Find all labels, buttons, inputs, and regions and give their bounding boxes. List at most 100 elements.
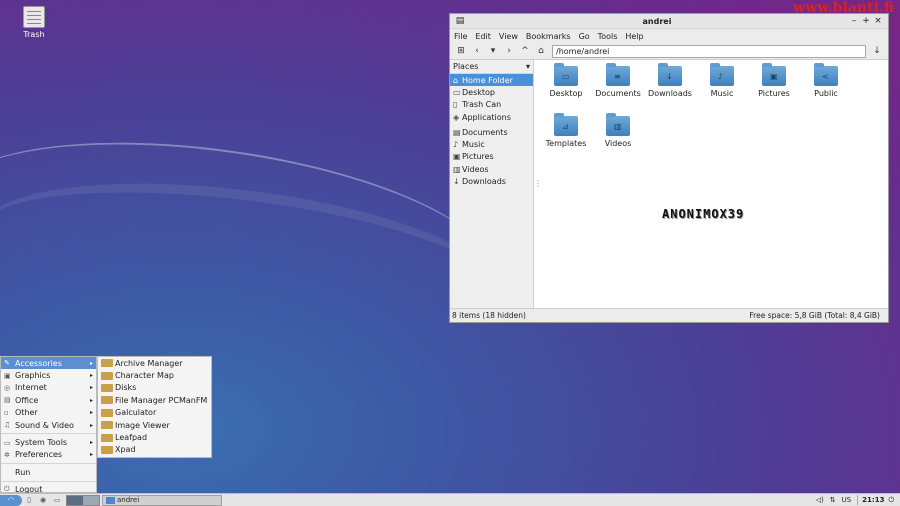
submenu-item-archive-manager[interactable]: Archive Manager — [98, 357, 211, 369]
archive-manager-icon — [101, 359, 113, 368]
volume-icon[interactable]: ◁) — [816, 496, 824, 504]
folder-music[interactable]: ♪ Music — [696, 63, 748, 114]
workspace-1[interactable] — [67, 495, 83, 505]
sidebar-item-trash-can[interactable]: ▯ Trash Can — [450, 99, 533, 111]
applications-icon: ◈ — [453, 112, 460, 122]
downloads-icon: ↓ — [453, 177, 460, 187]
clock[interactable]: 21:13 — [862, 496, 884, 504]
menu-item-label: File Manager PCManFM — [115, 395, 208, 405]
menu-item-office[interactable]: ▤ Office ▸ — [1, 394, 96, 406]
menu-view[interactable]: View — [499, 32, 518, 41]
browser-icon: ◉ — [39, 496, 47, 504]
workspace-pager[interactable] — [66, 494, 100, 506]
folder-documents[interactable]: ≡ Documents — [592, 63, 644, 114]
sidebar-item-applications[interactable]: ◈ Applications — [450, 111, 533, 123]
sidebar-item-pictures[interactable]: ▣ Pictures — [450, 151, 533, 163]
menu-file[interactable]: File — [454, 32, 467, 41]
forward-icon[interactable]: › — [501, 46, 517, 56]
history-dropdown-icon[interactable]: ▾ — [485, 46, 501, 56]
menu-item-label: Other — [15, 408, 38, 418]
music-icon: ♪ — [453, 140, 459, 150]
file-view[interactable]: ▭ Desktop ≡ Documents ↓ Downloads ♪ Musi… — [538, 60, 888, 309]
folder-videos-icon: ▥ — [606, 113, 630, 136]
folder-downloads[interactable]: ↓ Downloads — [644, 63, 696, 114]
window-titlebar[interactable]: ▤ andrei – + × — [450, 14, 888, 29]
submenu-item-character-map[interactable]: Character Map — [98, 369, 211, 381]
sidebar-item-downloads[interactable]: ↓ Downloads — [450, 175, 533, 187]
taskbar-window-andrei[interactable]: andrei — [102, 494, 222, 506]
file-manager-icon — [101, 396, 113, 405]
internet-icon: ◎ — [4, 383, 11, 392]
places-header[interactable]: Places ▾ — [450, 60, 533, 74]
up-icon[interactable]: ^ — [517, 46, 533, 56]
back-icon[interactable]: ‹ — [469, 46, 485, 56]
window-menu-icon[interactable]: ▤ — [454, 16, 466, 26]
submenu-item-leafpad[interactable]: Leafpad — [98, 431, 211, 443]
minimize-button[interactable]: – — [848, 16, 860, 26]
submenu-item-file-manager[interactable]: File Manager PCManFM — [98, 394, 211, 406]
menu-tools[interactable]: Tools — [598, 32, 618, 41]
menu-item-other[interactable]: ▫ Other ▸ — [1, 407, 96, 419]
folder-desktop[interactable]: ▭ Desktop — [540, 63, 592, 114]
accessories-icon: ✎ — [4, 359, 10, 368]
keyboard-layout[interactable]: US — [842, 496, 852, 504]
menu-item-label: System Tools — [15, 438, 68, 448]
sidebar-item-music[interactable]: ♪ Music — [450, 138, 533, 150]
close-button[interactable]: × — [872, 16, 884, 26]
sidebar-item-documents[interactable]: ▤ Documents — [450, 126, 533, 138]
quicklaunch-show-desktop[interactable]: ▭ — [50, 495, 64, 506]
file-manager-icon: ▯ — [27, 496, 31, 504]
preferences-icon: ✲ — [4, 450, 10, 459]
folder-public-icon: < — [814, 63, 838, 86]
wallpaper-swoosh-line — [0, 111, 510, 369]
sidebar-item-videos[interactable]: ▥ Videos — [450, 163, 533, 175]
folder-pictures-icon: ▣ — [762, 63, 786, 86]
sidebar-item-home-folder[interactable]: ⌂ Home Folder — [450, 74, 533, 87]
workspace-2[interactable] — [83, 495, 99, 505]
menu-item-label: Graphics — [15, 371, 51, 381]
submenu-item-disks[interactable]: Disks — [98, 382, 211, 394]
sidebar-item-label: Pictures — [462, 152, 494, 162]
menu-edit[interactable]: Edit — [475, 32, 491, 41]
menu-go[interactable]: Go — [579, 32, 590, 41]
quicklaunch-file-manager[interactable]: ▯ — [22, 495, 36, 506]
address-input[interactable]: /home/andrei — [552, 44, 866, 58]
menu-item-label: Xpad — [115, 445, 136, 455]
chevron-down-icon[interactable]: ▾ — [526, 62, 530, 71]
sidebar-resize-handle[interactable]: ⋮ — [534, 179, 542, 188]
folder-public[interactable]: < Public — [800, 63, 852, 114]
menu-item-label: Office — [15, 395, 39, 405]
submenu-arrow-icon: ▸ — [89, 384, 93, 392]
maximize-button[interactable]: + — [860, 16, 872, 26]
submenu-item-galculator[interactable]: Galculator — [98, 407, 211, 419]
submenu-arrow-icon: ▸ — [89, 372, 93, 380]
folder-pictures[interactable]: ▣ Pictures — [748, 63, 800, 114]
folder-icon — [106, 496, 115, 504]
menu-bookmarks[interactable]: Bookmarks — [526, 32, 571, 41]
menu-item-preferences[interactable]: ✲ Preferences ▸ — [1, 449, 96, 461]
start-menu-button[interactable]: ◠ — [0, 494, 22, 506]
menu-item-graphics[interactable]: ▣ Graphics ▸ — [1, 369, 96, 381]
new-tab-icon[interactable]: ⊞ — [453, 46, 469, 56]
folder-videos[interactable]: ▥ Videos — [592, 113, 644, 164]
quicklaunch-browser[interactable]: ◉ — [36, 495, 50, 506]
menu-item-system-tools[interactable]: ▭ System Tools ▸ — [1, 436, 96, 448]
network-icon[interactable]: ⇅ — [830, 496, 836, 504]
home-icon[interactable]: ⌂ — [533, 46, 549, 56]
menu-help[interactable]: Help — [625, 32, 643, 41]
menu-item-internet[interactable]: ◎ Internet ▸ — [1, 382, 96, 394]
sidebar-item-desktop[interactable]: ▭ Desktop — [450, 86, 533, 98]
submenu-item-image-viewer[interactable]: Image Viewer — [98, 419, 211, 431]
go-icon[interactable]: ↓ — [869, 46, 885, 56]
menu-item-accessories[interactable]: ✎ Accessories ▸ — [1, 357, 96, 370]
submenu-item-xpad[interactable]: Xpad — [98, 444, 211, 456]
graphics-icon: ▣ — [4, 371, 11, 380]
sidebar-item-label: Downloads — [462, 177, 506, 187]
desktop-icon-trash[interactable]: Trash — [14, 6, 54, 39]
sidebar-item-label: Videos — [462, 164, 489, 174]
power-icon[interactable]: ⏻ — [888, 496, 894, 505]
folder-templates[interactable]: ⊿ Templates — [540, 113, 592, 164]
menu-item-run[interactable]: Run — [1, 466, 96, 478]
sidebar-item-label: Documents — [462, 127, 508, 137]
menu-item-sound-video[interactable]: ♫ Sound & Video ▸ — [1, 419, 96, 431]
